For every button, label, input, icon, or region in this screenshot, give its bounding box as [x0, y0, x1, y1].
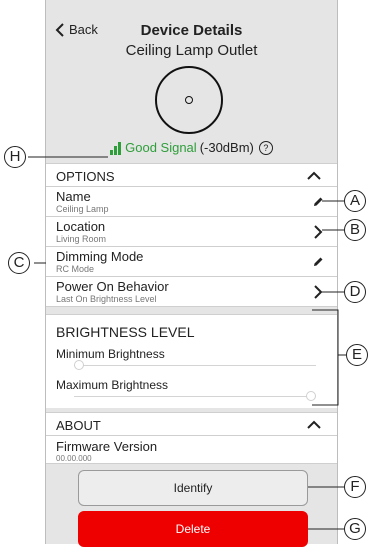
option-label: Power On Behavior [56, 279, 169, 294]
signal-bars-icon [110, 141, 122, 155]
chevron-right-icon[interactable] [311, 285, 325, 299]
option-value: Living Room [56, 234, 107, 244]
firmware-label: Firmware Version [56, 439, 158, 454]
min-brightness-handle[interactable] [74, 360, 84, 370]
identify-button[interactable]: Identify [78, 470, 308, 506]
callout-a: A [344, 190, 366, 212]
max-brightness-label: Maximum Brightness [56, 378, 169, 392]
device-name-subtitle: Ceiling Lamp Outlet [125, 42, 258, 59]
delete-button[interactable]: Delete [78, 511, 308, 547]
brightness-section: BRIGHTNESS LEVEL Minimum Brightness Maxi… [46, 314, 337, 408]
about-section-header[interactable]: ABOUT [46, 412, 337, 436]
device-header: Back Device Details Ceiling Lamp Outlet … [46, 0, 337, 163]
firmware-value: 00.00.000 [56, 454, 92, 463]
callout-g: G [344, 518, 366, 540]
page-title: Device Details [140, 22, 243, 39]
max-brightness-handle[interactable] [306, 391, 316, 401]
min-brightness-label: Minimum Brightness [56, 347, 165, 361]
callout-b: B [344, 219, 366, 241]
callout-d: D [344, 281, 366, 303]
option-label: Name [56, 189, 91, 204]
option-row-location[interactable]: Location Living Room [46, 217, 337, 247]
about-title: ABOUT [56, 418, 101, 433]
min-brightness-slider[interactable] [74, 360, 316, 370]
chevron-up-icon [307, 420, 321, 429]
signal-status: Good Signal [125, 140, 197, 155]
firmware-row: Firmware Version 00.00.000 [46, 436, 337, 464]
option-value: Last On Brightness Level [56, 294, 157, 304]
option-row-power-on-behavior[interactable]: Power On Behavior Last On Brightness Lev… [46, 277, 337, 307]
brightness-title: BRIGHTNESS LEVEL [56, 324, 195, 340]
option-label: Dimming Mode [56, 249, 144, 264]
option-row-name[interactable]: Name Ceiling Lamp [46, 187, 337, 217]
callout-c: C [8, 252, 30, 274]
options-section-header[interactable]: OPTIONS [46, 163, 337, 187]
chevron-up-icon [307, 171, 321, 180]
callout-h: H [4, 146, 26, 168]
options-title: OPTIONS [56, 169, 115, 184]
device-dot [185, 96, 193, 104]
device-details-screen: Back Device Details Ceiling Lamp Outlet … [45, 0, 338, 547]
option-label: Location [56, 219, 106, 234]
callout-e: E [346, 344, 368, 366]
option-row-dimming-mode[interactable]: Dimming Mode RC Mode [46, 247, 337, 277]
option-value: Ceiling Lamp [56, 204, 109, 214]
pencil-icon[interactable] [311, 195, 325, 209]
chevron-right-icon[interactable] [311, 225, 325, 239]
signal-strength: Good Signal (-30dBm) ? [46, 140, 337, 155]
callout-f: F [344, 476, 366, 498]
signal-dbm: (-30dBm) [199, 140, 254, 155]
device-image [155, 66, 223, 134]
option-value: RC Mode [56, 264, 95, 274]
pencil-icon[interactable] [311, 255, 325, 269]
max-brightness-slider[interactable] [74, 391, 316, 401]
help-icon[interactable]: ? [258, 140, 273, 155]
